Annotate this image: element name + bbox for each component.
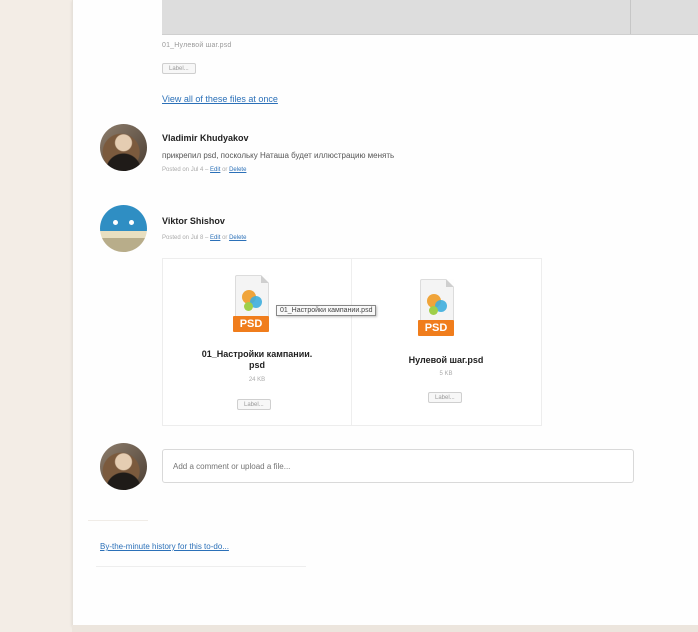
- file-name-link[interactable]: 01_Настройки кампании. psd: [163, 349, 351, 371]
- psd-file-icon[interactable]: PSD: [233, 275, 271, 335]
- view-all-files-link[interactable]: View all of these files at once: [162, 94, 278, 104]
- preview-divider: [630, 0, 631, 34]
- psd-graphic: [429, 306, 438, 315]
- psd-file-icon[interactable]: PSD: [418, 279, 456, 339]
- page-fold: [446, 279, 454, 287]
- divider: [96, 566, 306, 567]
- file-card[interactable]: PSD Нулевой шаг.psd 5 KB Label...: [352, 259, 540, 425]
- file-attachments: PSD 01_Настройки кампании. psd 24 KB Lab…: [162, 258, 542, 426]
- sheet-bottom-edge: [72, 625, 698, 632]
- file-label-button[interactable]: Label...: [428, 392, 462, 403]
- posted-date: Posted on Jul 8 –: [162, 235, 209, 241]
- divider: [88, 520, 148, 521]
- psd-badge: PSD: [233, 316, 269, 332]
- edit-comment-link[interactable]: Edit: [210, 167, 220, 173]
- page-fold: [261, 275, 269, 283]
- comment-meta: Posted on Jul 8 – Edit or Delete: [162, 235, 246, 241]
- current-user-avatar: [100, 443, 147, 490]
- comment-input[interactable]: [162, 449, 634, 483]
- psd-graphic: [244, 302, 253, 311]
- comment-author[interactable]: Viktor Shishov: [162, 216, 225, 226]
- attachment-file-name[interactable]: 01_Нулевой шаг.psd: [162, 42, 232, 49]
- file-label-button[interactable]: Label...: [237, 399, 271, 410]
- file-size: 5 KB: [439, 371, 453, 377]
- avatar-viktor[interactable]: [100, 205, 147, 252]
- psd-page-shape: [235, 275, 269, 319]
- edit-comment-link[interactable]: Edit: [210, 235, 220, 241]
- attachment-label-button[interactable]: Label...: [162, 63, 196, 74]
- avatar-eye: [129, 220, 134, 225]
- history-link[interactable]: By-the-minute history for this to-do...: [100, 542, 229, 551]
- file-name-tooltip: 01_Настройки кампании.psd: [276, 305, 377, 316]
- file-name-line: 01_Настройки кампании.: [201, 349, 313, 359]
- comment-author[interactable]: Vladimir Khudyakov: [162, 133, 249, 143]
- delete-comment-link[interactable]: Delete: [229, 167, 246, 173]
- psd-badge: PSD: [418, 320, 454, 336]
- or-separator: or: [222, 167, 228, 173]
- avatar-eye: [113, 220, 118, 225]
- or-separator: or: [222, 235, 228, 241]
- comment-meta: Posted on Jul 4 – Edit or Delete: [162, 167, 246, 173]
- avatar-vladimir[interactable]: [100, 124, 147, 171]
- delete-comment-link[interactable]: Delete: [229, 235, 246, 241]
- file-size: 24 KB: [248, 377, 266, 383]
- file-name-link[interactable]: Нулевой шаг.psd: [352, 355, 540, 366]
- file-card[interactable]: PSD 01_Настройки кампании. psd 24 KB Lab…: [163, 259, 351, 425]
- psd-page-shape: [420, 279, 454, 323]
- attachment-preview[interactable]: [162, 0, 698, 35]
- comment-body: прикрепил psd, поскольку Наташа будет ил…: [162, 151, 395, 160]
- file-name-line: psd: [248, 360, 265, 370]
- posted-date: Posted on Jul 4 –: [162, 167, 209, 173]
